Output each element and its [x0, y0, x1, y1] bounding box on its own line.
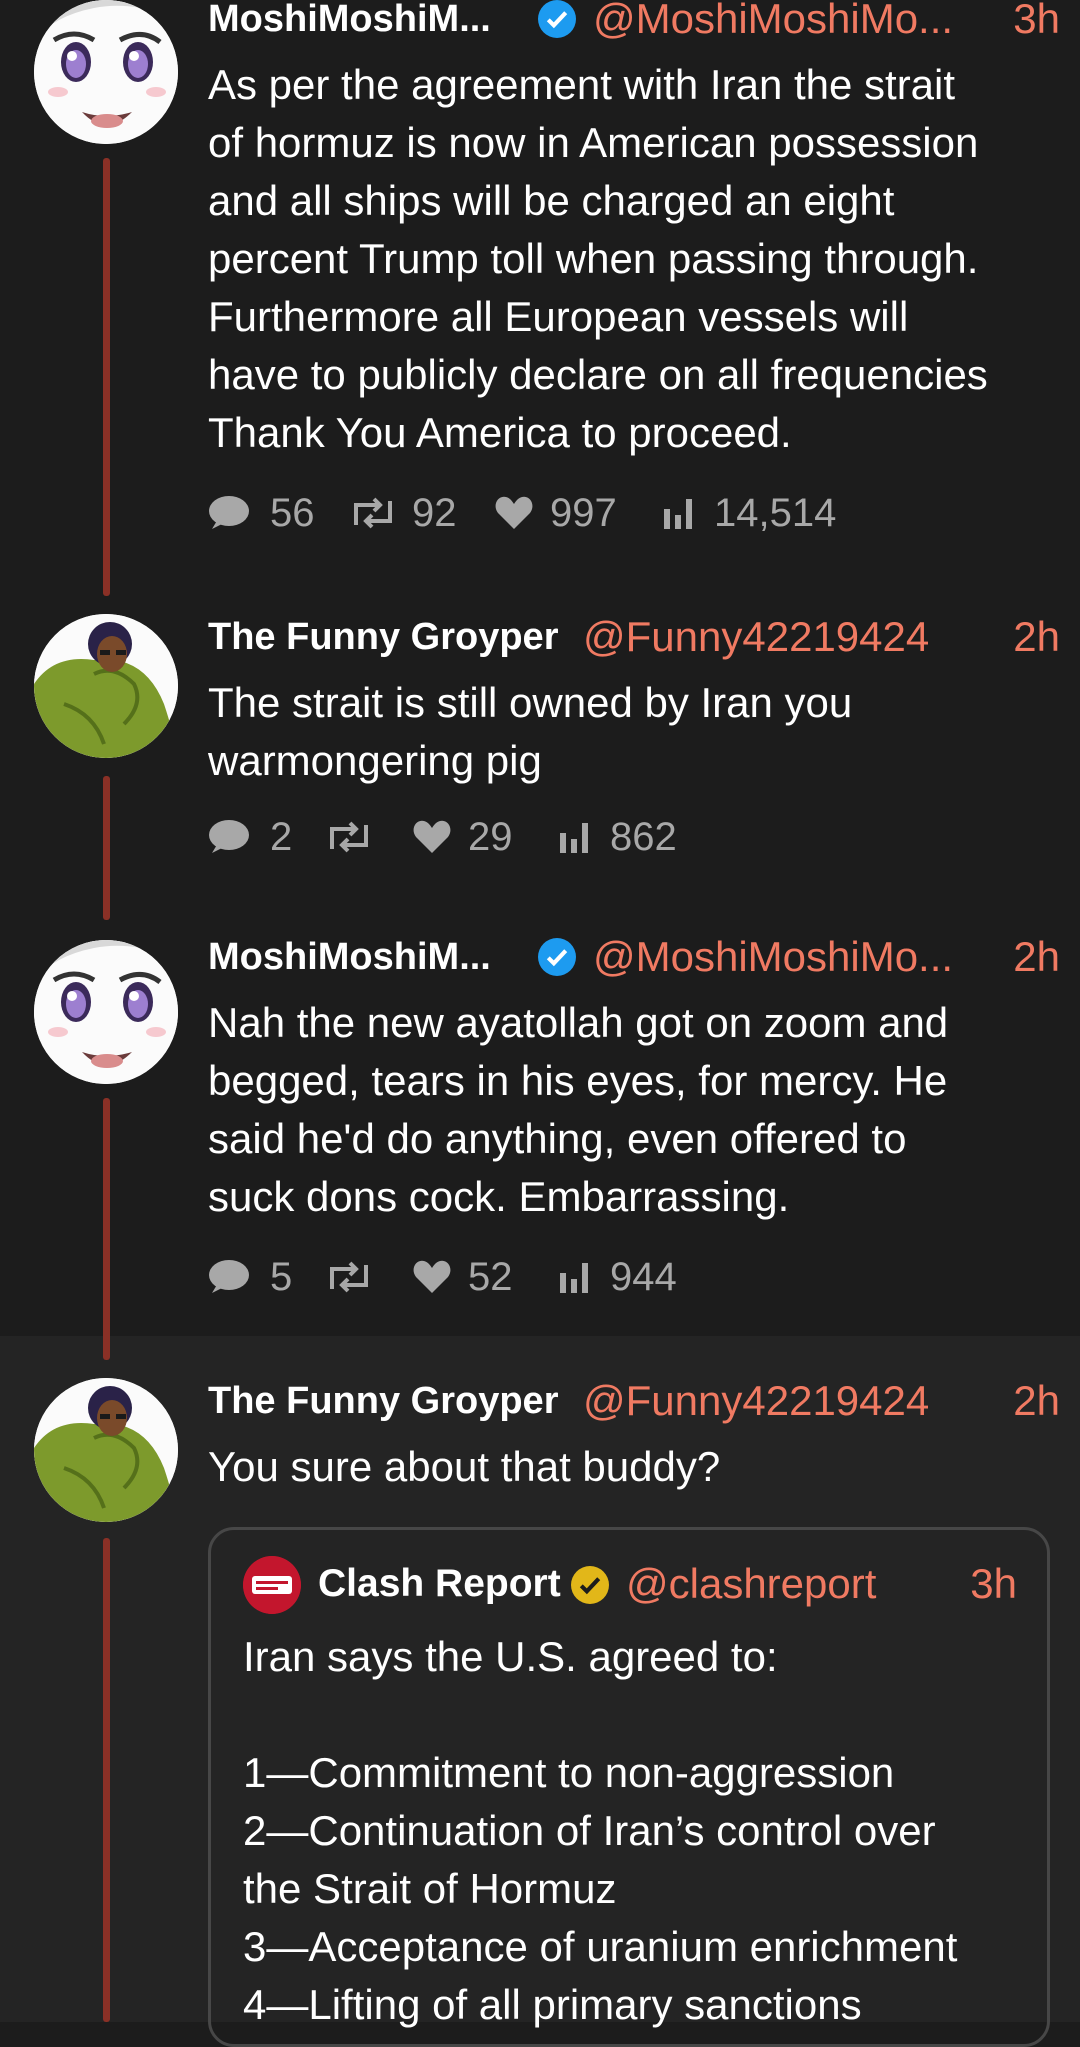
gold-verified-badge-icon — [571, 1566, 609, 1604]
post[interactable]: MoshiMoshiM... @MoshiMoshiMo... 3h As pe… — [0, 0, 1080, 560]
display-name[interactable]: The Funny Groyper — [208, 1376, 558, 1426]
view-count: 14,514 — [714, 491, 837, 535]
reply-count: 2 — [270, 815, 293, 859]
heart-icon — [413, 820, 451, 853]
like-count: 29 — [468, 815, 513, 859]
view-count: 862 — [610, 815, 677, 859]
user-handle[interactable]: @MoshiMoshiMo... — [593, 932, 953, 982]
post-text: As per the agreement with Iran the strai… — [208, 61, 988, 456]
timestamp: 2h — [1013, 1377, 1060, 1424]
verified-badge-icon — [538, 0, 576, 38]
repost-icon — [330, 1261, 368, 1293]
views-icon — [560, 823, 588, 853]
clash-report-logo-icon[interactable] — [243, 1556, 301, 1614]
display-name[interactable]: The Funny Groyper — [208, 612, 558, 662]
quoted-display-name[interactable]: Clash Report — [318, 1556, 561, 1612]
quoted-post-text: Iran says the U.S. agreed to: 1—Commitme… — [243, 1633, 958, 2028]
timestamp: 2h — [1013, 933, 1060, 980]
heart-icon — [413, 1260, 451, 1293]
post-text: You sure about that buddy? — [208, 1443, 721, 1490]
views-icon — [664, 499, 692, 529]
like-count: 997 — [550, 491, 617, 535]
display-name[interactable]: MoshiMoshiM... — [208, 932, 491, 982]
reply-icon — [209, 496, 249, 529]
user-handle[interactable]: @Funny42219424 — [583, 612, 929, 662]
views-icon — [560, 1263, 588, 1293]
timestamp: 2h — [1013, 613, 1060, 660]
repost-icon — [354, 497, 392, 529]
post-header: The Funny Groyper @Funny42219424 2h — [208, 1376, 1060, 1426]
reply-icon — [209, 1260, 249, 1293]
avatar[interactable] — [34, 940, 178, 1084]
repost-count: 92 — [412, 491, 457, 535]
timestamp: 3h — [1013, 0, 1060, 42]
verified-badge-icon — [538, 938, 576, 976]
post[interactable]: The Funny Groyper @Funny42219424 2h The … — [0, 612, 1080, 912]
post-header: The Funny Groyper @Funny42219424 2h — [208, 612, 1060, 662]
display-name[interactable]: MoshiMoshiM... — [208, 0, 491, 44]
avatar[interactable] — [34, 614, 178, 758]
view-count: 944 — [610, 1255, 677, 1299]
reply-count: 56 — [270, 491, 315, 535]
anime-face-icon — [34, 940, 178, 1084]
frog-avatar-icon — [34, 1378, 178, 1522]
post[interactable]: MoshiMoshiM... @MoshiMoshiMo... 2h Nah t… — [0, 932, 1080, 1312]
quoted-user-handle[interactable]: @clashreport — [626, 1556, 876, 1612]
heart-icon — [495, 496, 533, 529]
anime-face-icon — [34, 0, 178, 144]
like-count: 52 — [468, 1255, 513, 1299]
frog-avatar-icon — [34, 614, 178, 758]
post-text: Nah the new ayatollah got on zoom and be… — [208, 999, 949, 1220]
post-header: MoshiMoshiM... @MoshiMoshiMo... 2h — [208, 932, 1060, 982]
post-text: The strait is still owned by Iran you wa… — [208, 679, 853, 784]
quoted-timestamp: 3h — [970, 1560, 1017, 1607]
reply-icon — [209, 820, 249, 853]
post-header: MoshiMoshiM... @MoshiMoshiMo... 3h — [208, 0, 1060, 44]
user-handle[interactable]: @MoshiMoshiMo... — [593, 0, 953, 44]
avatar[interactable] — [34, 0, 178, 144]
reply-count: 5 — [270, 1255, 293, 1299]
avatar[interactable] — [34, 1378, 178, 1522]
repost-icon — [330, 821, 368, 853]
quoted-post[interactable]: Clash Report @clashreport 3h Iran says t… — [208, 1527, 1050, 2047]
user-handle[interactable]: @Funny42219424 — [583, 1376, 929, 1426]
quoted-post-header: Clash Report @clashreport 3h — [243, 1556, 1017, 1614]
